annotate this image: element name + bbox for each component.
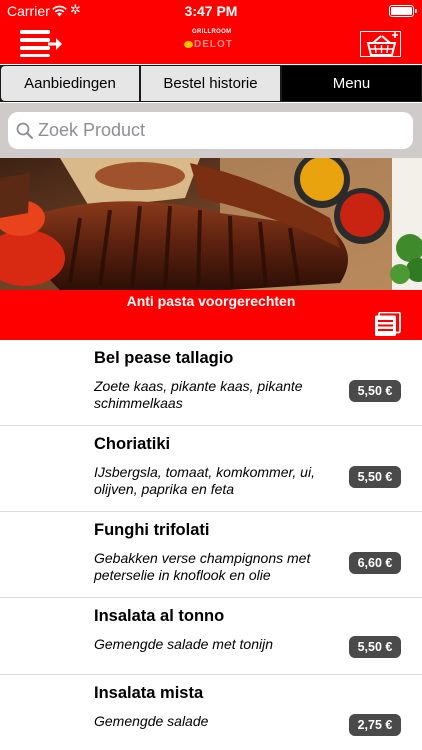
menu-item[interactable]: Insalata mista Gemengde salade 2,75 € [0,675,422,750]
item-title: Choriatiki [94,435,171,453]
item-title: Insalata al tonno [94,607,225,625]
menu-item[interactable]: Funghi trifolati Gebakken verse champign… [0,512,422,598]
price-badge[interactable]: 2,75 € [349,714,401,736]
price-badge[interactable]: 5,50 € [349,466,401,488]
item-title: Bel pease tallagio [94,349,234,367]
nav-bar: GRILLROOM DELOT [0,22,422,64]
battery-icon [389,5,417,17]
item-description: IJsbergsla, tomaat, komkommer, ui, olijv… [94,464,315,497]
basket-icon[interactable] [360,31,401,57]
item-description: Zoete kaas, pikante kaas, pikante schimm… [94,378,303,411]
price-badge[interactable]: 5,50 € [349,636,401,658]
price-badge[interactable]: 5,50 € [349,380,401,402]
logo-top-text: GRILLROOM [192,29,232,35]
item-title: Insalata mista [94,684,204,702]
list-icon[interactable] [374,311,402,337]
search-icon [16,122,33,139]
search-box[interactable] [8,112,413,149]
tab-bestel-historie[interactable]: Bestel historie [141,66,280,101]
category-banner-image [0,158,422,290]
menu-item[interactable]: Choriatiki IJsbergsla, tomaat, komkommer… [0,426,422,512]
tab-bar: Aanbiedingen Bestel historie Menu [0,65,422,102]
search-input[interactable] [38,112,408,149]
menu-item[interactable]: Bel pease tallagio Zoete kaas, pikante k… [0,340,422,426]
menu-arrow-icon[interactable] [20,30,64,58]
status-time: 3:47 PM [184,3,238,19]
tab-menu[interactable]: Menu [282,66,421,101]
item-description: Gemengde salade [94,713,209,729]
logo-bottom-text: DELOT [194,39,233,50]
logo-emblem-icon [184,41,193,48]
menu-item[interactable]: Insalata al tonno Gemengde salade met to… [0,598,422,675]
tab-aanbiedingen[interactable]: Aanbiedingen [1,66,139,101]
price-badge[interactable]: 6,60 € [349,552,401,574]
item-title: Funghi trifolati [94,521,210,539]
grillroom-logo: GRILLROOM DELOT [180,28,242,60]
category-header: Anti pasta voorgerechten [0,290,422,340]
category-title: Anti pasta voorgerechten [126,293,296,309]
status-bar: Carrier ✲ 3:47 PM [0,0,422,22]
item-description: Gebakken verse champignons met peterseli… [94,550,311,583]
search-area [0,103,422,158]
item-description: Gemengde salade met tonijn [94,636,273,652]
